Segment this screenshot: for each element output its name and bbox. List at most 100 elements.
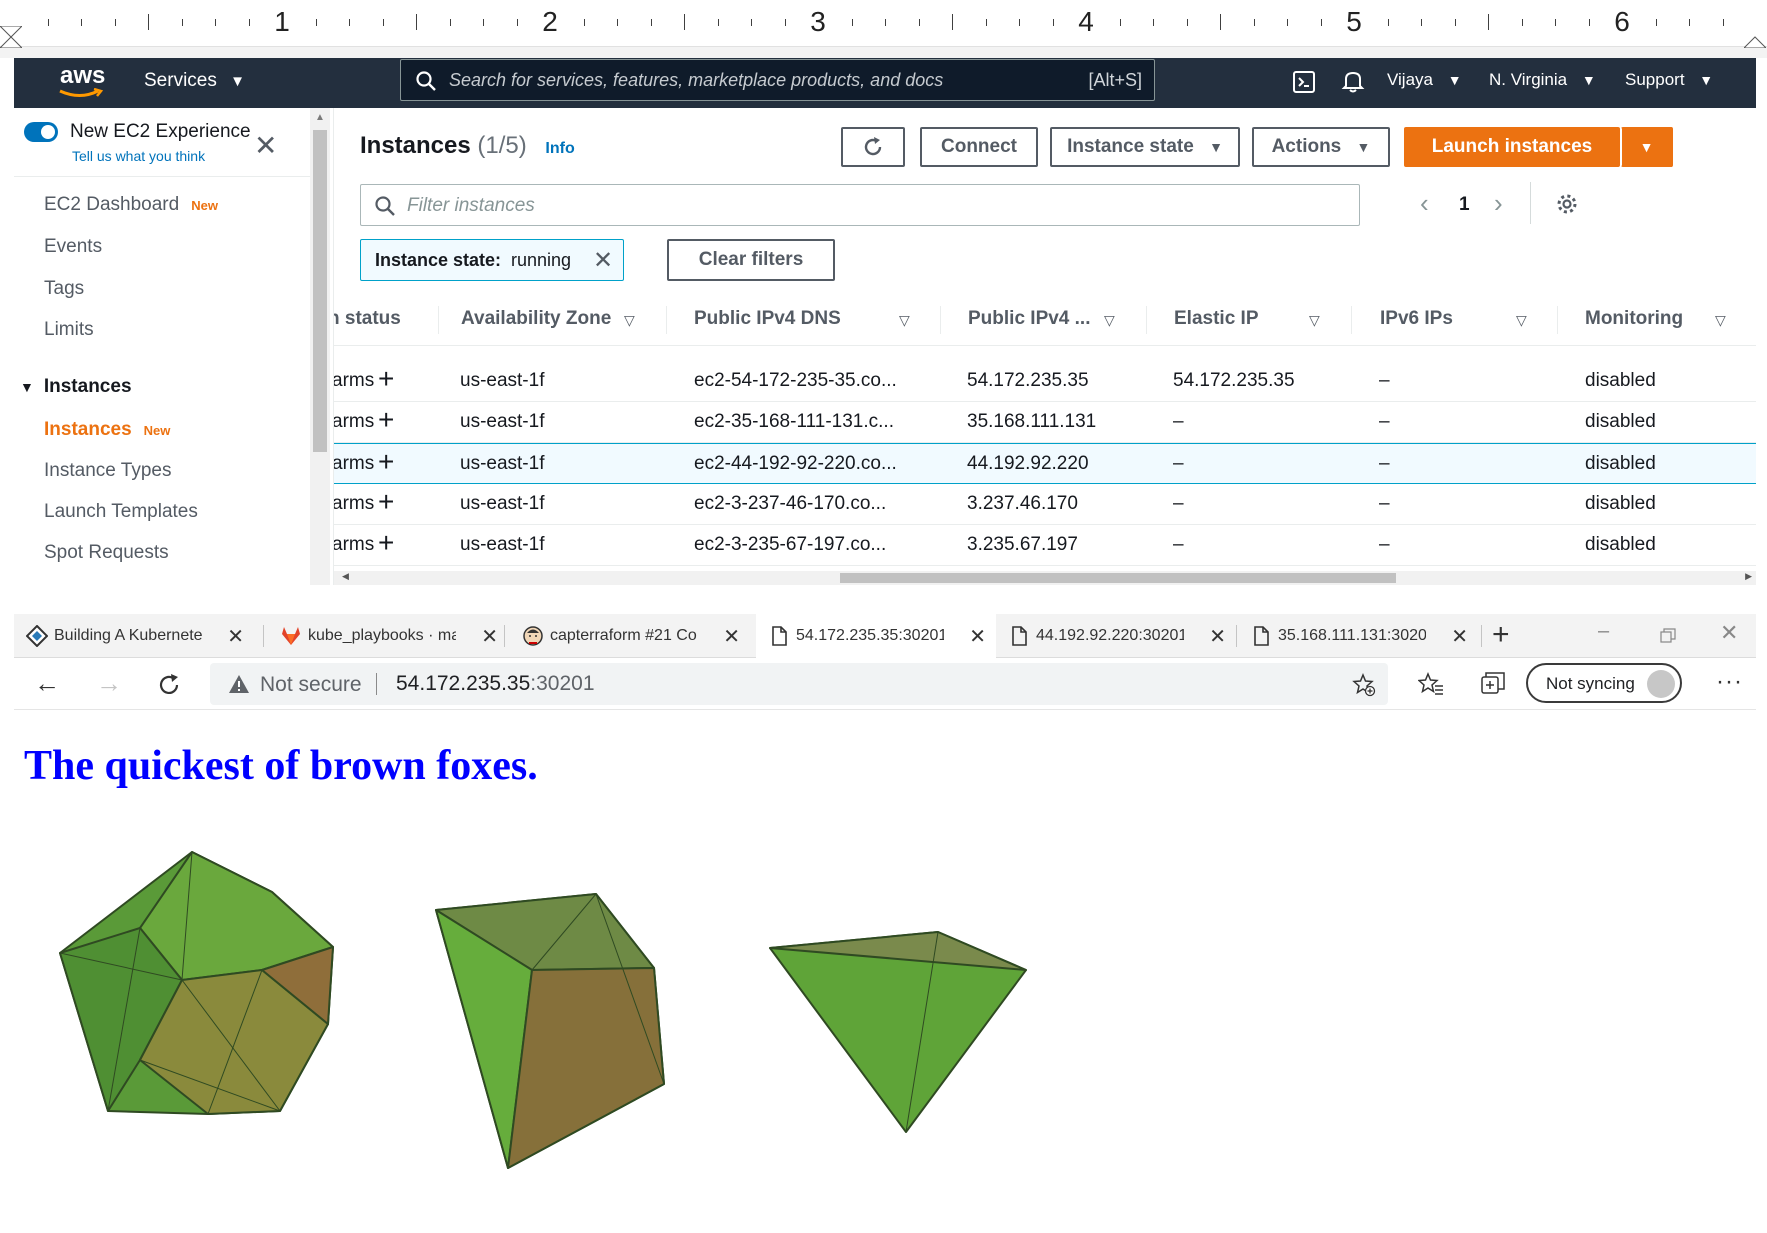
scroll-up-icon[interactable]: ▲ [315,112,325,123]
plus-icon[interactable]: + [378,486,394,518]
column-header[interactable]: Elastic IP [1174,308,1259,330]
close-tab-icon[interactable]: ✕ [969,624,986,649]
plus-icon[interactable]: + [378,446,394,478]
browser-tab-active[interactable]: 54.172.235.35:30201 ✕ [756,614,996,658]
bell-icon[interactable] [1340,68,1366,94]
sort-triangle-icon[interactable]: ▽ [1104,312,1115,329]
scroll-right-icon[interactable]: ▶ [1745,571,1752,582]
sidebar-item-events[interactable]: Events [44,236,102,258]
minimize-icon[interactable]: – [1598,620,1609,643]
profile-sync-button[interactable]: Not syncing [1526,663,1682,703]
cloudshell-icon[interactable] [1292,70,1316,94]
gear-icon[interactable] [1555,192,1579,216]
close-icon[interactable]: ✕ [254,132,277,160]
clear-filters-button[interactable]: Clear filters [667,239,835,281]
close-tab-icon[interactable]: ✕ [723,624,740,649]
aws-logo[interactable]: aws [52,62,112,102]
user-menu[interactable]: Vijaya ▼ [1387,70,1462,90]
sidebar-item-instance-types[interactable]: Instance Types [44,460,171,482]
sort-triangle-icon[interactable]: ▽ [899,312,910,329]
url-input[interactable]: Not secure 54.172.235.35:30201 [210,663,1388,705]
sort-triangle-icon[interactable]: ▽ [1516,312,1527,329]
right-indent-marker[interactable] [1744,26,1766,48]
browser-tab[interactable]: kube_playbooks · ma ✕ [268,614,508,658]
column-header[interactable]: Monitoring [1585,308,1683,330]
not-secure-label[interactable]: Not secure [260,673,362,697]
plus-icon[interactable]: + [378,363,394,395]
sidebar-item-ec2-dashboard[interactable]: EC2 Dashboard New [44,194,218,216]
column-header[interactable]: Availability Zone [461,308,611,330]
sort-triangle-icon[interactable]: ▽ [1309,312,1320,329]
aws-search-input[interactable]: Search for services, features, marketpla… [400,59,1155,101]
actions-button[interactable]: Actions ▼ [1252,127,1390,167]
sort-triangle-icon[interactable]: ▽ [624,312,635,329]
table-row[interactable]: arms + us-east-1f ec2-35-168-111-131.c..… [334,402,1756,443]
column-header[interactable]: n status [334,308,401,330]
browser-tab[interactable]: 44.192.92.220:30201 ✕ [996,614,1236,658]
close-tab-icon[interactable]: ✕ [1451,624,1468,649]
table-row[interactable]: arms + us-east-1f ec2-54-172-235-35.co..… [334,361,1756,402]
chevron-right-icon[interactable]: › [1494,188,1503,219]
column-divider[interactable] [1351,306,1352,334]
scrollbar-thumb[interactable] [840,573,1396,583]
sidebar-item-instances[interactable]: Instances New [44,419,170,441]
add-favorite-icon[interactable] [1352,673,1376,697]
sidebar-item-spot-requests[interactable]: Spot Requests [44,542,169,564]
table-row-selected[interactable]: arms + us-east-1f ec2-44-192-92-220.co..… [334,443,1756,484]
column-divider[interactable] [1557,306,1558,334]
scrollbar-thumb[interactable] [313,130,327,452]
filter-instances-input[interactable]: Filter instances [360,184,1360,226]
feedback-link[interactable]: Tell us what you think [72,148,205,164]
services-menu[interactable]: Services ▼ [144,70,245,92]
restore-icon[interactable] [1660,628,1676,644]
close-tab-icon[interactable]: ✕ [1209,624,1226,649]
collections-icon[interactable] [1480,671,1506,697]
plus-icon[interactable]: + [378,527,394,559]
forward-arrow-icon[interactable]: → [96,668,122,699]
more-menu-icon[interactable]: ··· [1716,668,1743,696]
close-icon[interactable]: ✕ [593,246,613,275]
table-horizontal-scrollbar[interactable]: ◀ ▶ [334,571,1756,585]
sidebar-item-limits[interactable]: Limits [44,319,94,341]
favorites-icon[interactable] [1418,672,1444,696]
reload-icon[interactable] [156,672,182,698]
chevron-left-icon[interactable]: ‹ [1420,188,1429,219]
close-tab-icon[interactable]: ✕ [227,624,244,649]
page-number[interactable]: 1 [1459,194,1470,216]
browser-tab[interactable]: 35.168.111.131:3020 ✕ [1238,614,1478,658]
column-header[interactable]: Public IPv4 DNS [694,308,841,330]
url-text[interactable]: 54.172.235.35:30201 [396,672,595,696]
browser-tab[interactable]: capterraform #21 Co ✕ [510,614,750,658]
sort-triangle-icon[interactable]: ▽ [1715,312,1726,329]
refresh-button[interactable] [841,127,905,167]
support-menu[interactable]: Support ▼ [1625,70,1713,90]
info-link[interactable]: Info [545,140,574,157]
column-header[interactable]: IPv6 IPs [1380,308,1453,330]
sidebar-section-instances[interactable]: ▼ Instances [20,376,132,398]
column-header[interactable]: Public IPv4 ... [968,308,1091,330]
plus-icon[interactable]: + [378,404,394,436]
window-close-icon[interactable]: ✕ [1720,620,1738,646]
region-menu[interactable]: N. Virginia ▼ [1489,70,1596,90]
launch-instances-button[interactable]: Launch instances [1404,127,1620,167]
new-experience-toggle[interactable] [24,122,58,142]
scroll-left-icon[interactable]: ◀ [342,571,349,582]
table-row[interactable]: arms + us-east-1f ec2-3-237-46-170.co...… [334,484,1756,525]
close-tab-icon[interactable]: ✕ [481,624,498,649]
column-divider[interactable] [666,306,667,334]
browser-tab[interactable]: Building A Kubernete ✕ [14,614,254,658]
column-divider[interactable] [438,306,439,334]
left-indent-marker[interactable] [0,26,22,48]
column-divider[interactable] [1146,306,1147,334]
instance-state-button[interactable]: Instance state ▼ [1050,127,1240,167]
sidebar-scrollbar[interactable]: ▲ [310,108,330,585]
back-arrow-icon[interactable]: ← [34,668,60,699]
column-divider[interactable] [940,306,941,334]
connect-button[interactable]: Connect [920,127,1038,167]
launch-instances-dropdown[interactable]: ▼ [1621,127,1673,167]
warning-triangle-icon[interactable] [228,674,250,694]
sidebar-item-tags[interactable]: Tags [44,278,84,300]
new-tab-plus-icon[interactable]: + [1492,618,1510,652]
sidebar-item-launch-templates[interactable]: Launch Templates [44,501,198,523]
table-row[interactable]: arms + us-east-1f ec2-3-235-67-197.co...… [334,525,1756,566]
